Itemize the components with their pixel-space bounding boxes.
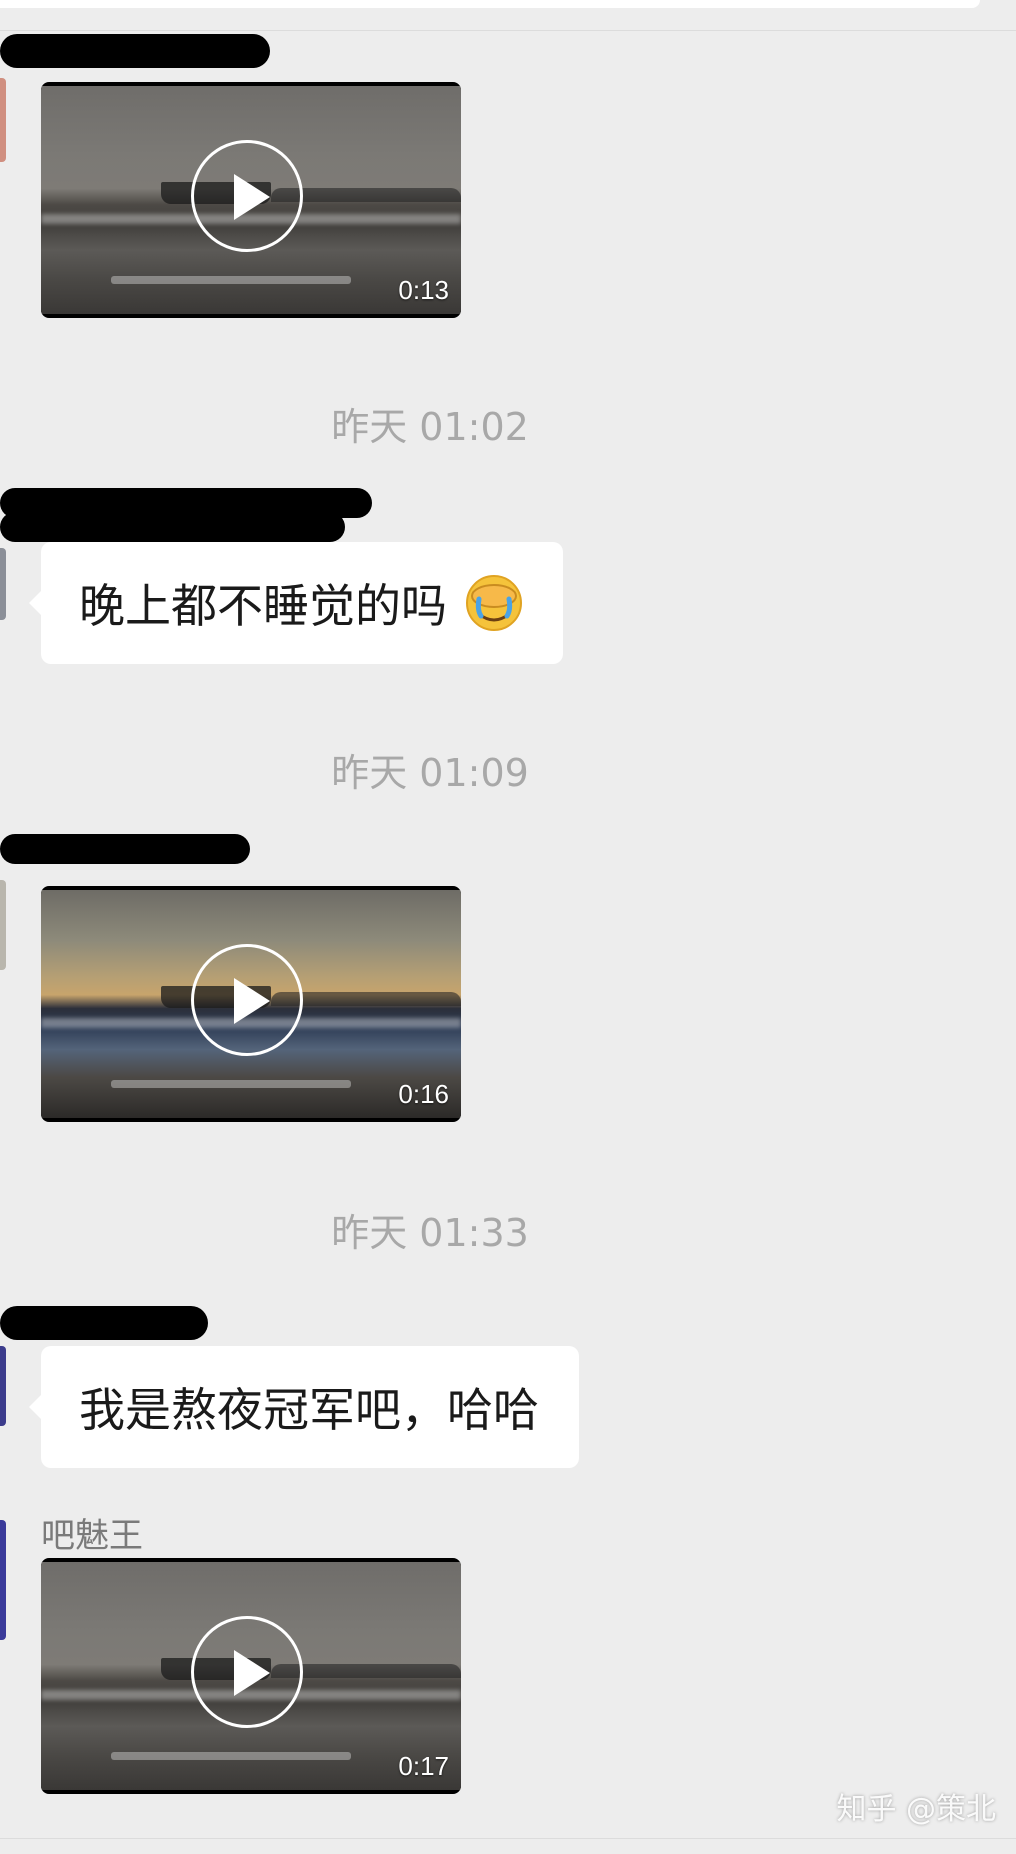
video-duration: 0:16 [398, 1079, 449, 1109]
facepalm-crying-emoji-icon [465, 574, 523, 632]
divider [0, 30, 1016, 31]
message-text: 我是熬夜冠军吧，哈哈 [79, 1383, 539, 1437]
sender-avatar[interactable] [0, 548, 6, 620]
play-icon[interactable] [191, 140, 303, 252]
redacted-sender-name [0, 34, 270, 68]
play-icon[interactable] [191, 1616, 303, 1728]
text-message-bubble[interactable]: 晚上都不睡觉的吗 [29, 542, 563, 664]
sender-avatar[interactable] [0, 78, 6, 162]
sender-avatar[interactable] [0, 880, 6, 970]
text-message-bubble[interactable]: 我是熬夜冠军吧，哈哈 [29, 1346, 579, 1468]
video-message[interactable]: 0:13 [41, 82, 461, 318]
message-text: 晚上都不睡觉的吗 [79, 579, 447, 633]
redacted-sender-name [0, 512, 345, 542]
video-subtitle [111, 1080, 351, 1088]
divider [0, 1838, 1016, 1839]
video-duration: 0:13 [398, 275, 449, 305]
message-timestamp: 昨天 01:02 [331, 405, 529, 449]
message-timestamp: 昨天 01:33 [331, 1211, 529, 1255]
message-timestamp: 昨天 01:09 [331, 751, 529, 795]
video-message[interactable]: 0:16 [41, 886, 461, 1122]
video-subtitle [111, 1752, 351, 1760]
redacted-sender-name [0, 834, 250, 864]
video-message[interactable]: 0:17 [41, 1558, 461, 1794]
video-subtitle [111, 276, 351, 284]
sender-avatar[interactable] [0, 1346, 6, 1426]
redacted-sender-name [0, 1306, 208, 1340]
play-icon[interactable] [191, 944, 303, 1056]
sender-name: 吧魅王 [41, 1516, 143, 1556]
watermark: 知乎 @策北 [836, 1792, 996, 1827]
top-input-bar [0, 0, 980, 8]
video-duration: 0:17 [398, 1751, 449, 1781]
sender-avatar[interactable] [0, 1520, 6, 1640]
